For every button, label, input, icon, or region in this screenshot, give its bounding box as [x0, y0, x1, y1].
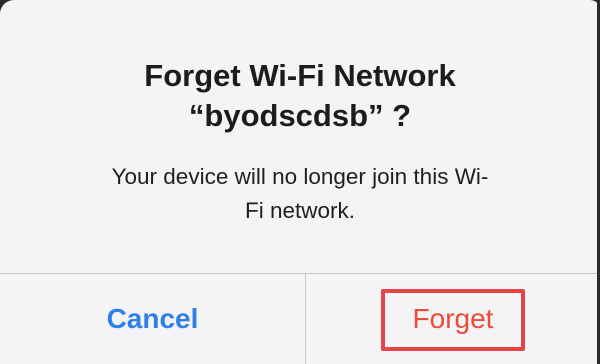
alert-message-line-2: Fi network. — [244, 198, 356, 223]
forget-button[interactable]: Forget — [306, 274, 600, 364]
alert-message: Your device will no longer join this Wi-… — [0, 160, 600, 228]
cancel-button[interactable]: Cancel — [0, 274, 305, 364]
alert-title-line-1: Forget Wi-Fi Network — [144, 58, 456, 93]
forget-network-alert: Forget Wi-Fi Network “byodscdsb” ? Your … — [0, 0, 600, 364]
alert-title-line-2: “byodscdsb” ? — [188, 98, 412, 133]
alert-message-line-1: Your device will no longer join this Wi- — [111, 164, 489, 189]
alert-title: Forget Wi-Fi Network “byodscdsb” ? — [0, 56, 600, 136]
